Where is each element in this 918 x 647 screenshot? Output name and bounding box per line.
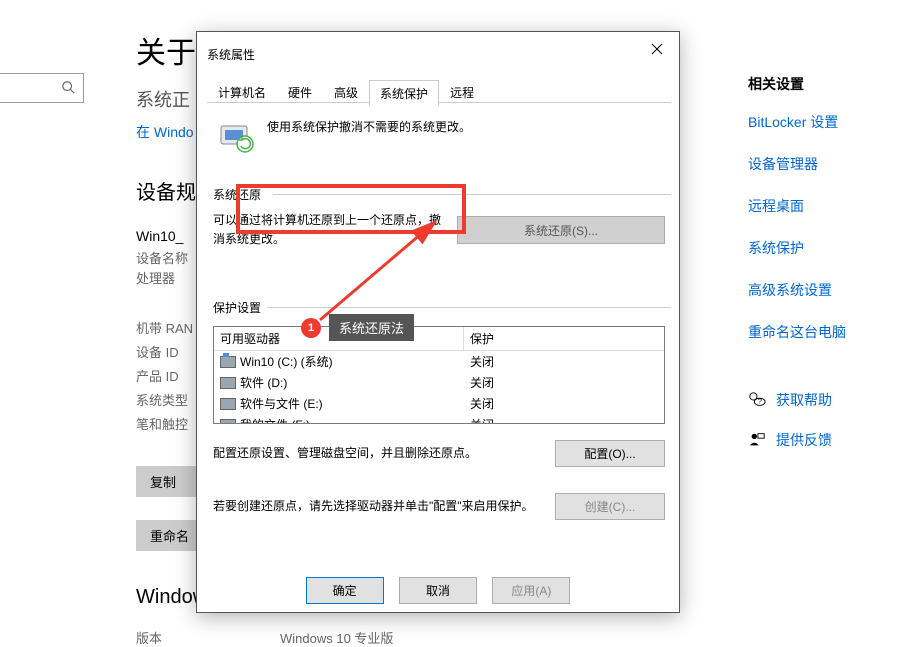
configure-description: 配置还原设置、管理磁盘空间，并且删除还原点。 — [213, 444, 545, 463]
drive-row[interactable]: 软件与文件 (E:) 关闭 — [214, 393, 664, 414]
feedback-link[interactable]: 提供反馈 — [748, 430, 908, 450]
restore-group-label: 系统还原 — [213, 186, 671, 203]
ok-button[interactable]: 确定 — [306, 577, 384, 604]
drive-name: Win10 (C:) (系统) — [240, 353, 333, 370]
get-help-text: 获取帮助 — [776, 390, 832, 410]
drive-icon — [220, 398, 236, 410]
version-value: Windows 10 专业版 — [280, 628, 393, 647]
tab-system-protection[interactable]: 系统保护 — [369, 80, 439, 106]
protect-group-label: 保护设置 — [207, 299, 671, 316]
related-heading: 相关设置 — [748, 74, 908, 94]
related-settings-panel: 相关设置 BitLocker 设置 设备管理器 远程桌面 系统保护 高级系统设置… — [748, 74, 908, 470]
system-protection-link[interactable]: 系统保护 — [748, 238, 908, 258]
drive-list-header: 可用驱动器 保护 — [214, 327, 664, 351]
create-description: 若要创建还原点，请先选择驱动器并单击"配置"来启用保护。 — [213, 497, 545, 516]
drive-status: 关闭 — [464, 395, 584, 412]
drive-list[interactable]: 可用驱动器 保护 Win10 (C:) (系统) 关闭 软件 (D:) 关闭 软… — [213, 326, 665, 424]
get-help-link[interactable]: ? 获取帮助 — [748, 390, 908, 410]
drive-row[interactable]: Win10 (C:) (系统) 关闭 — [214, 351, 664, 372]
system-properties-dialog: 系统属性 计算机名 硬件 高级 系统保护 远程 使用系统保护撤消不需要的系统更改… — [196, 31, 680, 613]
annotation-label: 系统还原法 — [329, 314, 414, 341]
restore-description: 可以通过将计算机还原到上一个还原点，撤消系统更改。 — [213, 211, 451, 249]
dialog-title: 系统属性 — [207, 46, 255, 63]
close-button[interactable] — [641, 40, 673, 64]
device-spec-heading: 设备规 — [136, 176, 196, 205]
annotation-badge: 1 系统还原法 — [301, 314, 414, 341]
page-title: 关于 — [136, 28, 196, 72]
feedback-icon — [748, 431, 766, 449]
device-manager-link[interactable]: 设备管理器 — [748, 154, 908, 174]
search-icon — [61, 80, 75, 97]
device-name-label: Win10_ — [136, 228, 183, 244]
tab-advanced[interactable]: 高级 — [323, 79, 369, 105]
monitoring-text: 系统正 — [136, 86, 190, 112]
drive-row[interactable]: 我的文件 (F:) 关闭 — [214, 414, 664, 424]
drive-icon — [220, 356, 236, 368]
col-status: 保护 — [464, 327, 584, 350]
create-button: 创建(C)... — [555, 493, 665, 520]
drive-name: 软件与文件 (E:) — [240, 395, 323, 412]
system-restore-button[interactable]: 系统还原(S)... — [457, 216, 665, 244]
dialog-button-row: 确定 取消 应用(A) — [197, 577, 679, 604]
divider — [267, 307, 671, 308]
help-icon: ? — [748, 391, 766, 409]
version-label: 版本 — [136, 628, 162, 647]
configure-button[interactable]: 配置(O)... — [555, 440, 665, 467]
system-protection-icon — [215, 116, 255, 156]
windows-security-link[interactable]: 在 Windo — [136, 122, 194, 142]
pen-touch-label: 笔和触控 — [136, 414, 188, 433]
device-name-sub: 设备名称 — [136, 248, 188, 267]
tab-hardware[interactable]: 硬件 — [277, 79, 323, 105]
rename-pc-link[interactable]: 重命名这台电脑 — [748, 322, 908, 342]
drive-icon — [220, 419, 236, 425]
restore-group-text: 系统还原 — [213, 188, 261, 202]
remote-desktop-link[interactable]: 远程桌面 — [748, 196, 908, 216]
svg-text:?: ? — [758, 397, 762, 406]
system-type-label: 系统类型 — [136, 390, 188, 409]
feedback-text: 提供反馈 — [776, 430, 832, 450]
drive-row[interactable]: 软件 (D:) 关闭 — [214, 372, 664, 393]
protect-group-text: 保护设置 — [213, 301, 261, 315]
divider — [273, 194, 671, 195]
tab-remote[interactable]: 远程 — [439, 79, 485, 105]
bitlocker-link[interactable]: BitLocker 设置 — [748, 112, 908, 132]
advanced-system-link[interactable]: 高级系统设置 — [748, 280, 908, 300]
drive-name: 我的文件 (F:) — [240, 416, 310, 424]
apply-button: 应用(A) — [492, 577, 570, 604]
drive-status: 关闭 — [464, 353, 584, 370]
close-icon — [651, 43, 663, 55]
device-id-label: 设备 ID — [136, 342, 179, 361]
search-box[interactable] — [0, 73, 84, 103]
intro-row: 使用系统保护撤消不需要的系统更改。 — [207, 104, 671, 168]
cancel-button[interactable]: 取消 — [399, 577, 477, 604]
product-id-label: 产品 ID — [136, 366, 179, 385]
cpu-label: 处理器 — [136, 268, 175, 287]
annotation-number: 1 — [301, 318, 321, 338]
ram-label: 机带 RAN — [136, 318, 193, 337]
dialog-tabs: 计算机名 硬件 高级 系统保护 远程 — [207, 79, 671, 103]
drive-icon — [220, 377, 236, 389]
drive-status: 关闭 — [464, 416, 584, 424]
tab-computer-name[interactable]: 计算机名 — [207, 79, 277, 105]
intro-text: 使用系统保护撤消不需要的系统更改。 — [267, 116, 471, 135]
dialog-body: 使用系统保护撤消不需要的系统更改。 系统还原 可以通过将计算机还原到上一个还原点… — [207, 104, 671, 528]
drive-status: 关闭 — [464, 374, 584, 391]
drive-name: 软件 (D:) — [240, 374, 287, 391]
